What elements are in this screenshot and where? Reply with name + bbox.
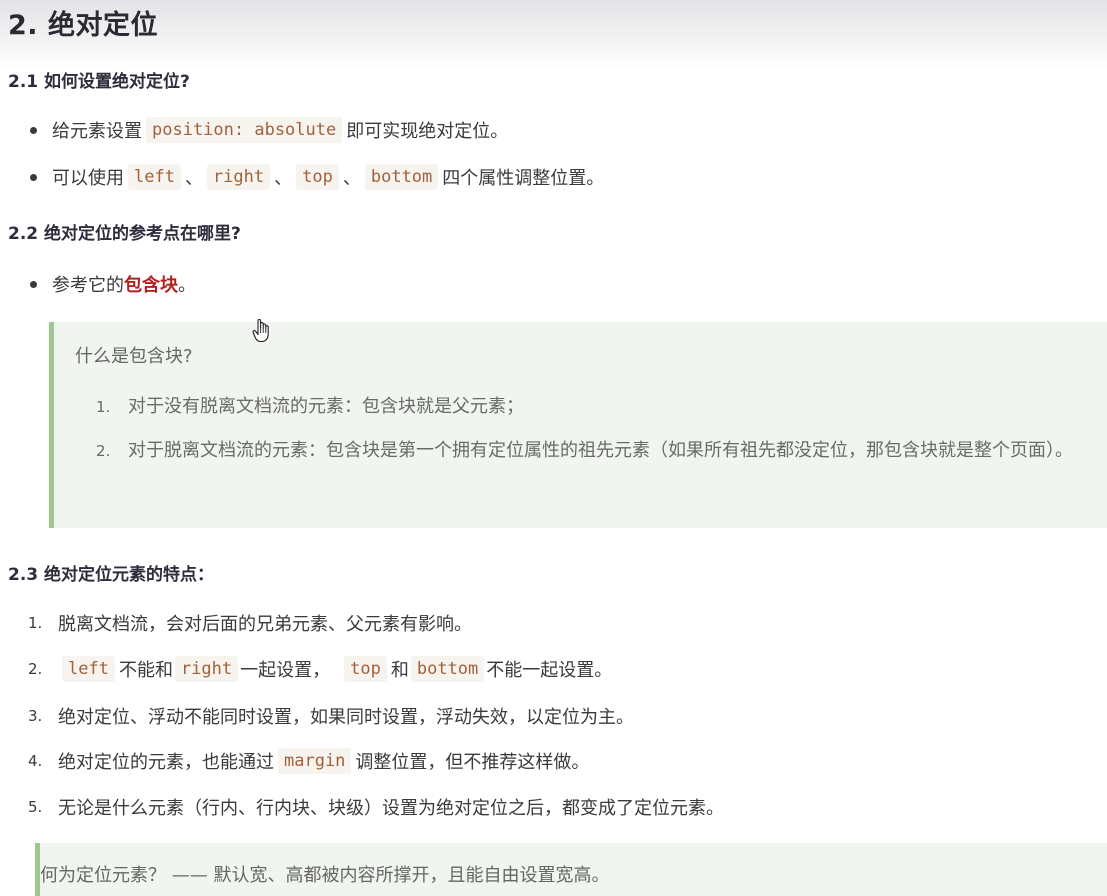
ordered-list-item: 4. 绝对定位的元素，也能通过 margin 调整位置，但不推荐这样做。	[28, 748, 589, 774]
separator: 、	[342, 168, 361, 189]
bullet-icon	[30, 126, 37, 134]
quote-text: 何为定位元素？ —— 默认宽、高都被内容所撑开，且能自由设置宽高。	[40, 865, 610, 886]
item-text: 一起设置，	[240, 660, 331, 681]
item-text: 可以使用	[52, 168, 124, 189]
ordered-list-item: 5. 无论是什么元素（行内、行内块、块级）设置为绝对定位之后，都变成了定位元素。	[28, 794, 724, 820]
item-text: 四个属性调整位置。	[442, 168, 605, 189]
inline-code: left	[62, 656, 115, 682]
section-heading-2-3: 2.3 绝对定位元素的特点：	[8, 565, 215, 585]
quote-list-item: 1. 对于没有脱离文档流的元素：包含块就是父元素；	[96, 390, 1096, 424]
emphasis-text: 包含块	[124, 275, 178, 296]
bullet-icon	[30, 280, 37, 288]
item-text: 对于没有脱离文档流的元素：包含块就是父元素；	[128, 396, 524, 417]
inline-code: bottom	[410, 656, 485, 682]
section-heading-2-2: 2.2 绝对定位的参考点在哪里?	[8, 224, 241, 244]
inline-code: margin	[278, 748, 352, 774]
list-number: 2.	[28, 660, 43, 678]
item-text: 脱离文档流，会对后面的兄弟元素、父元素有影响。	[58, 614, 472, 635]
hand-cursor-icon	[252, 319, 269, 343]
item-text: 和	[390, 660, 409, 681]
item-text: 无论是什么元素（行内、行内块、块级）设置为绝对定位之后，都变成了定位元素。	[58, 798, 724, 819]
list-item: 可以使用 left 、 right 、 top 、 bottom 四个属性调整位…	[30, 164, 604, 190]
list-number: 1.	[96, 398, 111, 416]
list-item: 参考它的 包含块 。	[30, 271, 196, 297]
document-page: 2. 绝对定位 2.1 如何设置绝对定位? 给元素设置 position: ab…	[0, 0, 1107, 896]
item-text: 调整位置，但不推荐这样做。	[355, 752, 590, 773]
item-text: 给元素设置	[52, 121, 142, 142]
inline-code: bottom	[364, 164, 439, 190]
ordered-list-item: 1. 脱离文档流，会对后面的兄弟元素、父元素有影响。	[28, 610, 472, 636]
item-text: 绝对定位、浮动不能同时设置，如果同时设置，浮动失效，以定位为主。	[58, 707, 634, 728]
list-number: 5.	[28, 798, 43, 816]
item-text: 即可实现绝对定位。	[346, 121, 509, 142]
section-heading-2-1: 2.1 如何设置绝对定位?	[8, 72, 190, 92]
bullet-icon	[30, 173, 37, 181]
inline-code: top	[344, 656, 387, 682]
list-number: 1.	[28, 614, 43, 632]
item-text: 不能一起设置。	[486, 660, 613, 681]
quote-list-item: 2. 对于脱离文档流的元素：包含块是第一个拥有定位属性的祖先元素（如果所有祖先都…	[96, 434, 1096, 504]
list-number: 3.	[28, 707, 43, 725]
list-number: 4.	[28, 752, 43, 770]
ordered-list-item: 3. 绝对定位、浮动不能同时设置，如果同时设置，浮动失效，以定位为主。	[28, 703, 634, 729]
inline-code: position: absolute	[146, 117, 343, 143]
header-shade	[0, 0, 1107, 70]
list-item: 给元素设置 position: absolute 即可实现绝对定位。	[30, 117, 508, 143]
item-text: 对于脱离文档流的元素：包含块是第一个拥有定位属性的祖先元素（如果所有祖先都没定位…	[128, 440, 1073, 461]
blockquote-positioned-element: 何为定位元素？ —— 默认宽、高都被内容所撑开，且能自由设置宽高。	[35, 843, 1107, 896]
list-number: 2.	[96, 442, 111, 460]
item-text: 。	[178, 275, 196, 296]
inline-code: right	[206, 164, 271, 190]
inline-code: top	[296, 164, 339, 190]
item-text: 不能和	[118, 660, 173, 681]
separator: 、	[184, 168, 203, 189]
separator: 、	[274, 168, 293, 189]
page-title: 2. 绝对定位	[8, 10, 158, 41]
blockquote-containing-block: 什么是包含块? 1. 对于没有脱离文档流的元素：包含块就是父元素； 2. 对于脱…	[49, 322, 1107, 528]
ordered-list-item: 2. left 不能和 right 一起设置， top 和 bottom 不能一…	[28, 656, 612, 682]
inline-code: left	[128, 164, 181, 190]
inline-code: right	[174, 656, 239, 682]
quote-title: 什么是包含块?	[75, 346, 193, 367]
item-text: 参考它的	[52, 275, 124, 296]
item-text: 绝对定位的元素，也能通过	[58, 752, 274, 773]
